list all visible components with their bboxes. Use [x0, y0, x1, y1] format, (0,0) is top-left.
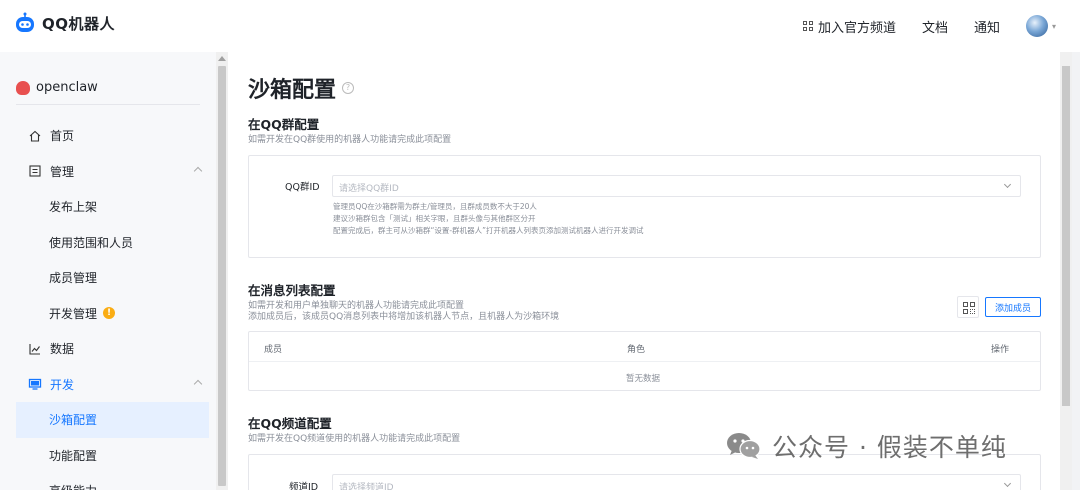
group-hint-1: 管理员QQ在沙箱群需为群主/管理员，且群成员数不大于20人 — [333, 202, 537, 211]
channel-id-label: 频道ID — [289, 482, 319, 490]
group-id-label: QQ群ID — [285, 182, 320, 193]
sidebar-item-dev-manage[interactable]: 开发管理 ! — [16, 296, 209, 332]
channel-section-desc: 如需开发在QQ频道使用的机器人功能请完成此项配置 — [248, 434, 461, 444]
sidebar-item-label: 首页 — [50, 129, 75, 144]
chevron-up-icon — [193, 379, 203, 388]
group-section-title: 在QQ群配置 — [248, 117, 320, 132]
join-channel-label: 加入官方频道 — [817, 20, 896, 36]
scrollbar-thumb[interactable] — [1062, 66, 1070, 406]
member-table: 成员 角色 操作 暂无数据 — [248, 331, 1041, 391]
sidebar-item-advanced[interactable]: 高级能力 — [16, 473, 209, 490]
sidebar-scrollbar[interactable] — [216, 52, 228, 490]
main-scrollbar[interactable] — [1060, 52, 1072, 490]
column-header-action: 操作 — [991, 345, 1010, 355]
sidebar-item-publish[interactable]: 发布上架 — [16, 189, 209, 225]
main-content: 沙箱配置 ? 在QQ群配置 如需开发在QQ群使用的机器人功能请完成此项配置 QQ… — [228, 52, 1060, 490]
group-section-desc: 如需开发在QQ群使用的机器人功能请完成此项配置 — [248, 135, 452, 145]
qrcode-icon — [963, 302, 968, 307]
scroll-up-icon[interactable] — [218, 56, 226, 61]
page-title-text: 沙箱配置 — [248, 78, 337, 103]
channel-id-placeholder: 请选择频道ID — [339, 483, 394, 490]
sidebar-item-label: 开发管理 — [49, 306, 98, 321]
help-icon[interactable]: ? — [342, 82, 355, 94]
qrcode-button[interactable] — [957, 296, 979, 318]
group-hint-2: 建议沙箱群包含「测试」相关字眼，且群头像与其他群区分开 — [333, 214, 536, 223]
logo-text: QQ机器人 — [42, 14, 116, 33]
sidebar-item-features[interactable]: 功能配置 — [16, 438, 209, 474]
sidebar-item-label: 管理 — [50, 164, 75, 179]
chevron-down-icon — [1003, 180, 1012, 189]
warning-icon: ! — [103, 307, 116, 320]
sidebar-item-home[interactable]: 首页 — [16, 118, 209, 154]
channel-id-select[interactable]: 请选择频道ID — [332, 474, 1021, 490]
msglist-desc-2: 添加成员后，该成员QQ消息列表中将增加该机器人节点，且机器人为沙箱环境 — [248, 312, 560, 322]
table-divider — [249, 361, 1040, 362]
robot-logo-icon — [14, 12, 36, 34]
top-header: QQ机器人 加入官方频道 文档 通知 ▾ — [0, 0, 1080, 52]
sidebar-item-manage[interactable]: 管理 — [16, 154, 209, 190]
docs-link[interactable]: 文档 — [922, 17, 948, 36]
divider — [16, 104, 200, 105]
group-config-card: QQ群ID 请选择QQ群ID 管理员QQ在沙箱群需为群主/管理员，且群成员数不大… — [248, 155, 1041, 258]
project-name: openclaw — [36, 80, 98, 95]
project-selector[interactable]: openclaw — [16, 80, 98, 95]
channel-section-title: 在QQ频道配置 — [248, 416, 332, 431]
sidebar-menu: 首页 管理 发布上架 使用范围和人员 成员管理 开发管理 ! 数据 开发 沙箱配… — [16, 118, 209, 490]
sidebar-item-develop[interactable]: 开发 — [16, 367, 209, 403]
caret-down-icon[interactable]: ▾ — [1052, 22, 1056, 31]
msglist-section-title: 在消息列表配置 — [248, 283, 336, 298]
chart-icon — [28, 342, 42, 356]
manage-icon — [28, 164, 42, 178]
home-icon — [28, 129, 42, 143]
grid-icon — [802, 20, 814, 32]
group-hint-3: 配置完成后，群主可从沙箱群“设置-群机器人”打开机器人列表页添加测试机器人进行开… — [333, 226, 644, 235]
sidebar-item-sandbox[interactable]: 沙箱配置 — [16, 402, 209, 438]
sidebar-item-scope[interactable]: 使用范围和人员 — [16, 225, 209, 261]
top-nav: 加入官方频道 文档 通知 ▾ — [777, 12, 1056, 40]
crab-icon — [16, 80, 30, 95]
monitor-icon — [28, 377, 42, 391]
sidebar-item-label: 开发 — [50, 377, 75, 392]
empty-state-text: 暂无数据 — [626, 374, 661, 384]
chevron-down-icon — [1003, 479, 1012, 488]
join-channel-link[interactable]: 加入官方频道 — [802, 17, 896, 36]
user-avatar[interactable] — [1025, 15, 1048, 37]
group-id-placeholder: 请选择QQ群ID — [339, 184, 399, 194]
wechat-icon — [726, 432, 762, 460]
chevron-up-icon — [193, 166, 203, 175]
column-header-member: 成员 — [264, 345, 283, 355]
sidebar-item-data[interactable]: 数据 — [16, 331, 209, 367]
wechat-watermark: 公众号 · 假装不单纯 — [726, 428, 1007, 464]
sidebar-item-label: 数据 — [50, 342, 75, 357]
notify-link[interactable]: 通知 — [974, 17, 1000, 36]
sidebar-item-members[interactable]: 成员管理 — [16, 260, 209, 296]
watermark-text: 公众号 · 假装不单纯 — [772, 433, 1007, 462]
qq-bot-logo[interactable]: QQ机器人 — [14, 12, 115, 34]
column-header-role: 角色 — [627, 345, 646, 355]
add-member-button[interactable]: 添加成员 — [985, 297, 1041, 317]
page-title: 沙箱配置 ? — [248, 72, 355, 104]
scrollbar-thumb[interactable] — [218, 66, 226, 486]
group-id-select[interactable]: 请选择QQ群ID — [332, 175, 1021, 197]
sidebar: openclaw 首页 管理 发布上架 使用范围和人员 成员管理 开发管理 ! — [0, 52, 228, 490]
